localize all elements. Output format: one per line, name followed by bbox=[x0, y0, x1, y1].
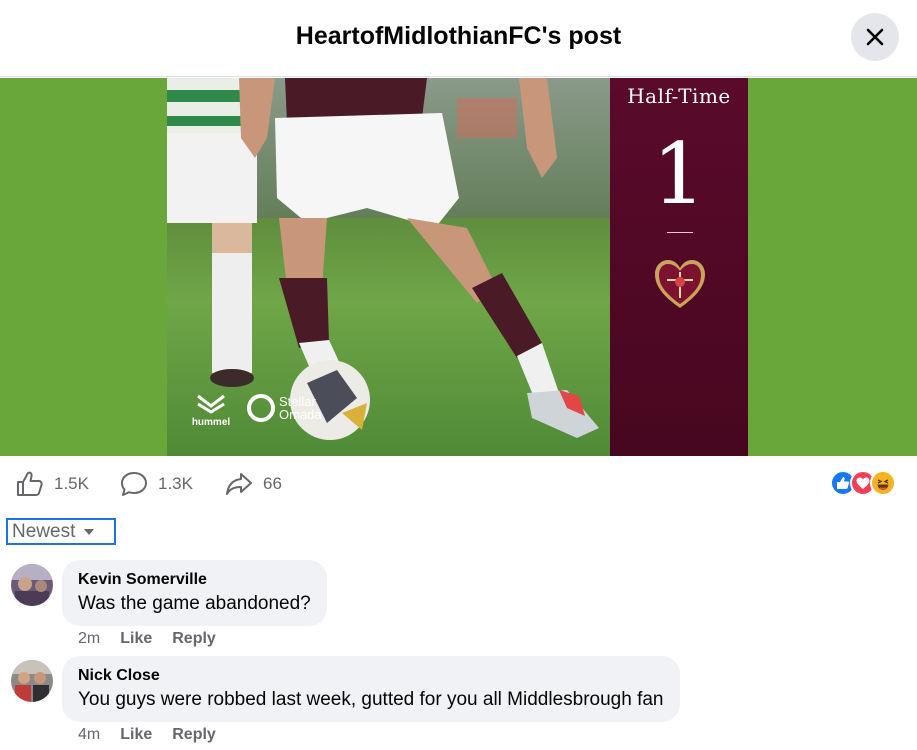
comment-author[interactable]: Nick Close bbox=[78, 666, 664, 686]
avatar-image bbox=[11, 564, 53, 606]
post-header: HeartofMidlothianFC's post bbox=[0, 0, 917, 77]
stellar-ring-icon bbox=[247, 394, 275, 422]
thumbs-up-icon bbox=[17, 471, 43, 496]
haha-reaction-icon bbox=[870, 470, 896, 496]
comment-sort-dropdown[interactable]: Newest bbox=[6, 518, 116, 545]
reaction-summary[interactable] bbox=[830, 470, 896, 496]
comment-bubble-icon bbox=[121, 472, 147, 496]
share-arrow-icon bbox=[226, 473, 252, 495]
match-photo: hummel Stellar Omada bbox=[167, 78, 610, 456]
post-title: HeartofMidlothianFC's post bbox=[295, 22, 622, 50]
avatar[interactable] bbox=[11, 564, 53, 606]
hummel-bee-icon bbox=[197, 394, 225, 414]
caret-down-icon bbox=[84, 528, 95, 535]
comment-reply-button[interactable]: Reply bbox=[172, 630, 216, 648]
comment-like-button[interactable]: Like bbox=[120, 726, 152, 744]
sort-label: Newest bbox=[12, 520, 76, 542]
comment-bubble[interactable]: Nick Close You guys were robbed last wee… bbox=[62, 656, 680, 722]
close-icon bbox=[866, 28, 884, 46]
likes-count: 1.5K bbox=[54, 474, 89, 493]
post-media[interactable]: hummel Stellar Omada Half-Time 1 bbox=[0, 78, 917, 456]
half-time-score-panel: Half-Time 1 bbox=[610, 78, 748, 456]
avatar-image bbox=[11, 660, 53, 702]
like-button[interactable]: 1.5K bbox=[16, 471, 89, 497]
comment-like-button[interactable]: Like bbox=[120, 630, 152, 648]
match-photo-illustration bbox=[167, 78, 610, 456]
score-value: 1 bbox=[652, 125, 706, 223]
comment-reply-button[interactable]: Reply bbox=[172, 726, 216, 744]
score-divider bbox=[667, 232, 693, 233]
hummel-logo: hummel bbox=[191, 394, 231, 428]
comment-text: Was the game abandoned? bbox=[78, 593, 311, 614]
comment-author[interactable]: Kevin Somerville bbox=[78, 570, 311, 590]
hummel-wordmark: hummel bbox=[191, 417, 231, 428]
close-button[interactable] bbox=[851, 13, 899, 61]
avatar[interactable] bbox=[11, 660, 53, 702]
engagement-bar: 1.5K 1.3K 66 bbox=[0, 463, 917, 505]
crest-heart-icon bbox=[655, 260, 705, 308]
omada-wordmark: Omada bbox=[279, 407, 322, 422]
stellar-omada-logo: Stellar Omada bbox=[247, 394, 322, 422]
comment-time[interactable]: 4m bbox=[78, 726, 100, 744]
comments-count: 1.3K bbox=[158, 474, 193, 493]
half-time-label: Half-Time bbox=[627, 84, 731, 108]
hearts-crest-icon bbox=[653, 258, 707, 317]
comment-text: You guys were robbed last week, gutted f… bbox=[78, 689, 664, 710]
shares-count: 66 bbox=[263, 474, 282, 493]
comment-bubble[interactable]: Kevin Somerville Was the game abandoned? bbox=[62, 560, 327, 626]
comment-meta: 4m Like Reply bbox=[78, 726, 216, 744]
comment-time[interactable]: 2m bbox=[78, 630, 100, 648]
share-button[interactable]: 66 bbox=[225, 471, 282, 497]
comment-button[interactable]: 1.3K bbox=[120, 471, 193, 497]
comment-meta: 2m Like Reply bbox=[78, 630, 216, 648]
